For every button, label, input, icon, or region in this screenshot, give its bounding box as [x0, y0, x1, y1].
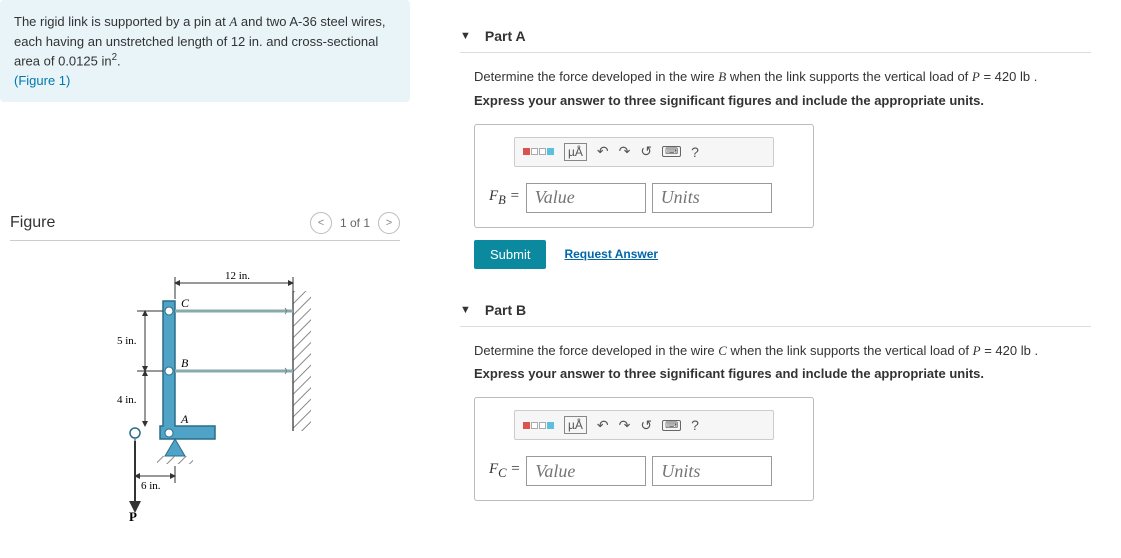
problem-text: The rigid link is supported by a pin at [14, 14, 229, 29]
part-b-input-row: FC = [489, 456, 799, 486]
svg-text:12 in.: 12 in. [225, 270, 250, 282]
units-input[interactable] [652, 456, 772, 486]
figure-counter: 1 of 1 [340, 216, 370, 230]
reset-icon[interactable]: ↺ [640, 417, 652, 434]
part-b: ▼ Part B Determine the force developed i… [460, 294, 1091, 502]
part-a-prompt: Determine the force developed in the wir… [474, 67, 1091, 87]
units-button[interactable]: µÅ [564, 416, 587, 434]
part-a-answer-box: µÅ ↶ ↷ ↺ ⌨ ? FB = [474, 124, 814, 228]
caret-down-icon: ▼ [460, 30, 471, 42]
figure-nav: < 1 of 1 > [310, 212, 400, 234]
problem-statement: The rigid link is supported by a pin at … [0, 0, 410, 102]
part-a-instruction: Express your answer to three significant… [474, 93, 1091, 108]
units-input[interactable] [652, 183, 772, 213]
part-b-prompt: Determine the force developed in the wir… [474, 341, 1091, 361]
unit-in: in. [249, 34, 263, 49]
figure-link[interactable]: (Figure 1) [14, 73, 70, 88]
help-icon[interactable]: ? [691, 144, 699, 160]
var-label-fb: FB = [489, 188, 520, 208]
part-a-header[interactable]: ▼ Part A [460, 20, 1091, 53]
value-input[interactable] [526, 183, 646, 213]
svg-text:B: B [181, 356, 189, 370]
value-input[interactable] [526, 456, 646, 486]
figure-title: Figure [10, 214, 55, 232]
svg-text:6 in.: 6 in. [141, 480, 161, 492]
svg-text:P: P [129, 509, 137, 521]
answer-toolbar: µÅ ↶ ↷ ↺ ⌨ ? [514, 137, 774, 167]
part-a-title: Part A [485, 28, 526, 44]
units-button[interactable]: µÅ [564, 143, 587, 161]
var-label-fc: FC = [489, 461, 520, 481]
help-icon[interactable]: ? [691, 417, 699, 433]
part-a-input-row: FB = [489, 183, 799, 213]
part-b-answer-box: µÅ ↶ ↷ ↺ ⌨ ? FC = [474, 397, 814, 501]
reset-icon[interactable]: ↺ [640, 143, 652, 160]
figure-prev-button[interactable]: < [310, 212, 332, 234]
template-icon[interactable] [523, 422, 554, 429]
period: . [117, 53, 121, 68]
part-a: ▼ Part A Determine the force developed i… [460, 20, 1091, 269]
svg-text:C: C [181, 296, 190, 310]
svg-text:5 in.: 5 in. [117, 335, 137, 347]
template-icon[interactable] [523, 148, 554, 155]
submit-button[interactable]: Submit [474, 240, 546, 269]
keyboard-icon[interactable]: ⌨ [662, 420, 681, 431]
caret-down-icon: ▼ [460, 304, 471, 316]
redo-icon[interactable]: ↷ [619, 417, 631, 434]
request-answer-link[interactable]: Request Answer [564, 247, 658, 261]
undo-icon[interactable]: ↶ [597, 417, 609, 434]
part-b-header[interactable]: ▼ Part B [460, 294, 1091, 327]
svg-text:4 in.: 4 in. [117, 394, 137, 406]
redo-icon[interactable]: ↷ [619, 143, 631, 160]
figure-diagram: 12 in. 5 in. 4 in. 6 in. P [10, 261, 400, 521]
part-b-title: Part B [485, 302, 526, 318]
unit-in2: in [101, 53, 111, 68]
keyboard-icon[interactable]: ⌨ [662, 146, 681, 157]
figure-header: Figure < 1 of 1 > [10, 212, 400, 241]
undo-icon[interactable]: ↶ [597, 143, 609, 160]
answer-toolbar: µÅ ↶ ↷ ↺ ⌨ ? [514, 410, 774, 440]
figure-next-button[interactable]: > [378, 212, 400, 234]
part-a-actions: Submit Request Answer [474, 240, 1091, 269]
part-b-instruction: Express your answer to three significant… [474, 366, 1091, 381]
svg-text:A: A [180, 412, 189, 426]
